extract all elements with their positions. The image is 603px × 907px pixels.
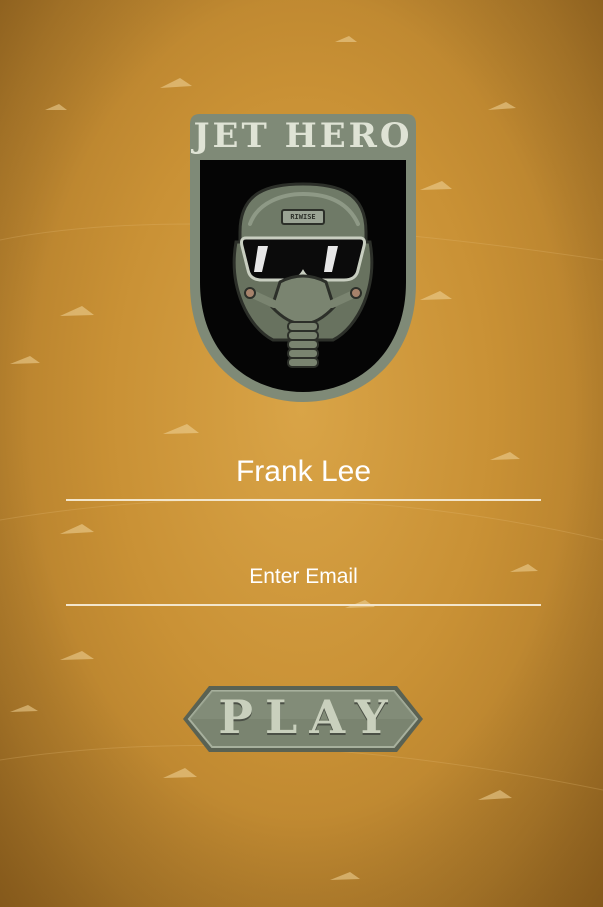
email-field[interactable] [66, 562, 541, 608]
play-button[interactable]: PLAY [181, 684, 425, 754]
email-underline [66, 604, 541, 606]
play-label: PLAY [218, 690, 400, 744]
name-input[interactable] [66, 452, 541, 492]
logo-title: JET HERO [193, 116, 413, 156]
jet-hero-logo: JET HERO RIWISE [188, 112, 418, 402]
name-field[interactable] [66, 452, 541, 502]
email-input[interactable] [66, 562, 541, 592]
name-underline [66, 499, 541, 501]
helmet-label: RIWISE [290, 213, 316, 221]
